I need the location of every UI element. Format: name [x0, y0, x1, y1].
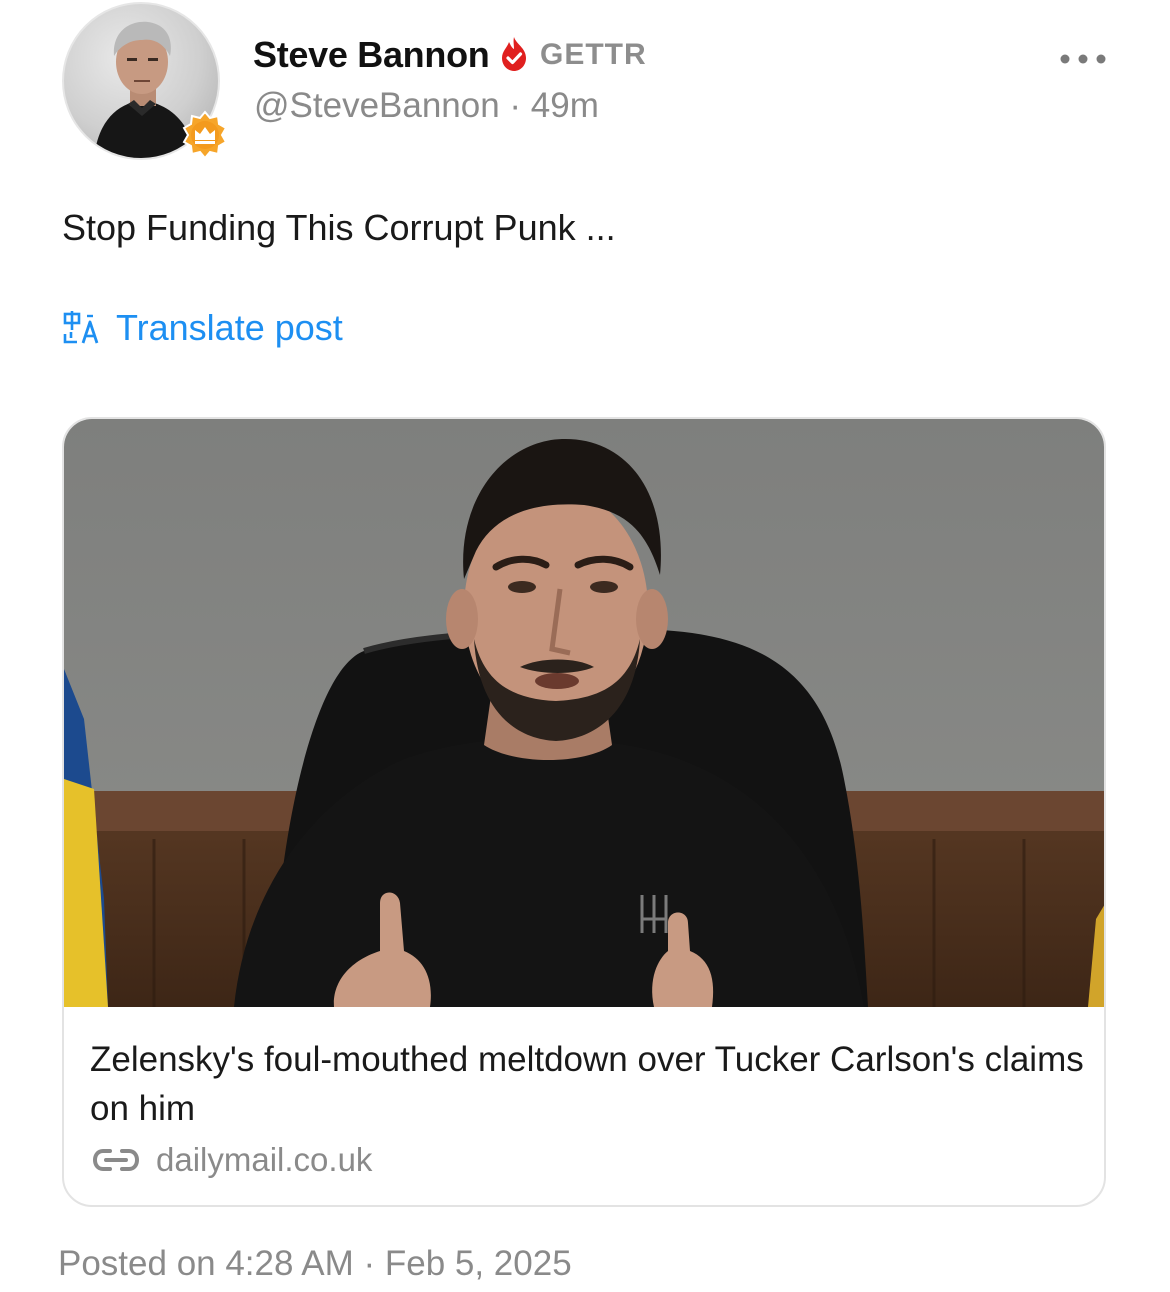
more-dots-icon[interactable]	[1058, 46, 1108, 72]
link-preview-image	[64, 419, 1104, 1007]
link-preview-title: Zelensky's foul-mouthed meltdown over Tu…	[90, 1040, 1084, 1128]
link-preview-source: dailymail.co.uk	[92, 1141, 372, 1179]
platform-badge: GETTR	[540, 38, 647, 71]
post-text: Stop Funding This Corrupt Punk ...	[62, 207, 616, 248]
author-avatar-container[interactable]	[62, 2, 228, 160]
crown-badge-icon	[182, 110, 228, 160]
translate-post-label: Translate post	[116, 307, 343, 348]
author-name[interactable]: Steve Bannon	[253, 34, 490, 76]
post-timestamp: Posted on 4:28 AM · Feb 5, 2025	[58, 1244, 572, 1283]
translate-icon	[63, 311, 99, 344]
verified-flame-check-icon	[502, 37, 526, 71]
link-preview-card[interactable]: Zelensky's foul-mouthed meltdown over Tu…	[62, 417, 1106, 1207]
translate-post-button[interactable]: Translate post	[62, 306, 343, 350]
link-icon	[92, 1149, 140, 1171]
link-source-domain: dailymail.co.uk	[156, 1141, 373, 1178]
preview-photo	[64, 419, 1104, 1007]
author-handle-time[interactable]: @SteveBannon · 49m	[254, 86, 599, 126]
